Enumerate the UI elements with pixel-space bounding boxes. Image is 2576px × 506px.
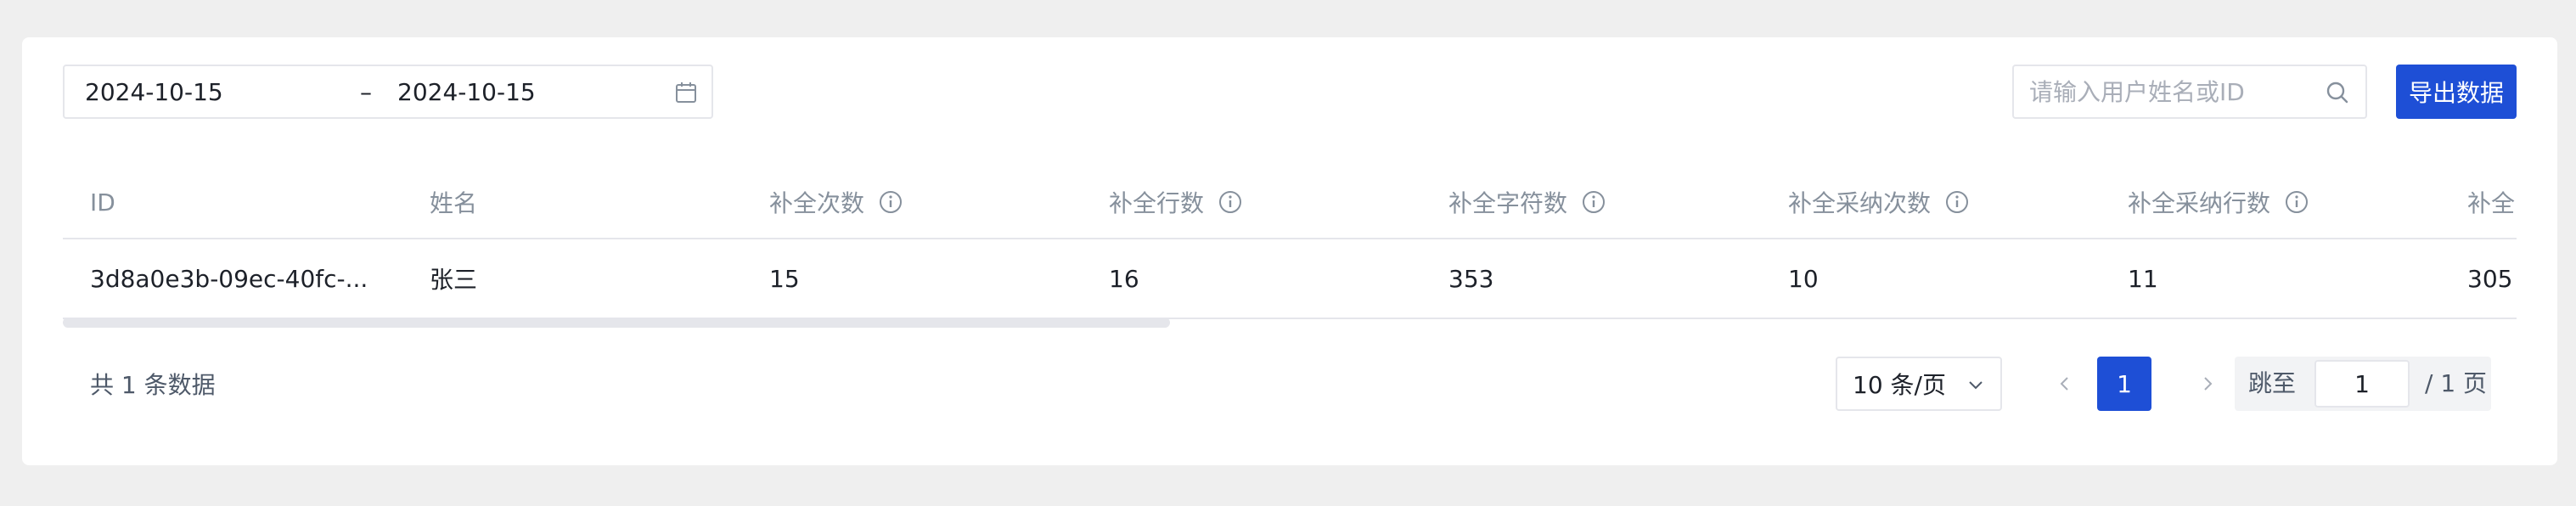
column-header-completion-chars: 补全字符数 — [1448, 166, 1606, 238]
chevron-down-icon — [1969, 381, 1983, 390]
cell-accepted-lines: 11 — [2128, 264, 2158, 293]
page-total: / 1 页 — [2425, 369, 2488, 397]
cell-completion-count: 15 — [769, 264, 800, 293]
column-header-accepted-lines: 补全采纳行数 — [2128, 166, 2309, 238]
next-page-button[interactable] — [2194, 370, 2221, 397]
jump-label: 跳至 — [2248, 369, 2297, 397]
column-header-name: 姓名 — [430, 166, 477, 238]
table-header: ID 姓名 补全次数 补全行数 补全字符数 补全采纳次数 补全采纳行数 补全 — [63, 166, 2517, 239]
export-button[interactable]: 导出数据 — [2396, 65, 2517, 119]
info-icon[interactable] — [1218, 189, 1243, 215]
page-1-button[interactable]: 1 — [2097, 357, 2151, 411]
cell-accepted-count: 10 — [1788, 264, 1819, 293]
cell-completion-lines: 16 — [1109, 264, 1139, 293]
user-search[interactable] — [2012, 65, 2367, 119]
cell-name: 张三 — [430, 266, 478, 294]
column-header-id: ID — [90, 166, 115, 238]
jump-page-input[interactable] — [2314, 360, 2410, 408]
page-size-value: 10 条/页 — [1853, 371, 1946, 399]
scrollbar-thumb[interactable] — [63, 318, 1170, 328]
column-header-label: 补全 — [2467, 189, 2516, 217]
column-header-accepted-count: 补全采纳次数 — [1788, 166, 1970, 238]
horizontal-scrollbar[interactable] — [63, 318, 2517, 329]
total-count: 共 1 条数据 — [90, 371, 216, 399]
column-header-label: 补全次数 — [769, 189, 865, 217]
column-header-label: ID — [90, 188, 115, 216]
cell-completion-chars: 353 — [1448, 264, 1494, 293]
column-header-label: 补全行数 — [1109, 189, 1205, 217]
date-range-picker[interactable]: 2024-10-15 – 2024-10-15 — [63, 65, 713, 119]
column-header-completion-lines: 补全行数 — [1109, 166, 1243, 238]
table-row[interactable]: 3d8a0e3b-09ec-40fc-... 张三 15 16 353 10 1… — [63, 239, 2517, 319]
cell-truncated: 305 — [2467, 264, 2513, 293]
date-range-separator: – — [360, 77, 372, 106]
search-icon[interactable] — [2325, 80, 2350, 105]
column-header-label: 补全字符数 — [1448, 189, 1568, 217]
column-header-label: 姓名 — [430, 189, 478, 217]
calendar-icon[interactable] — [674, 81, 698, 104]
search-input[interactable] — [2014, 66, 2303, 117]
info-icon[interactable] — [2284, 189, 2309, 215]
cell-id: 3d8a0e3b-09ec-40fc-... — [90, 264, 368, 293]
data-table: ID 姓名 补全次数 补全行数 补全字符数 补全采纳次数 补全采纳行数 补全 3… — [63, 166, 2517, 321]
column-header-label: 补全采纳次数 — [1788, 189, 1932, 217]
prev-page-button[interactable] — [2051, 370, 2078, 397]
column-header-label: 补全采纳行数 — [2128, 189, 2271, 217]
info-icon[interactable] — [1581, 189, 1606, 215]
date-end-input[interactable]: 2024-10-15 — [397, 78, 536, 106]
info-icon[interactable] — [1944, 189, 1970, 215]
column-header-completion-count: 补全次数 — [769, 166, 903, 238]
column-header-truncated: 补全 — [2467, 166, 2515, 238]
info-icon[interactable] — [878, 189, 903, 215]
date-start-input[interactable]: 2024-10-15 — [85, 78, 223, 106]
page-size-select[interactable]: 10 条/页 — [1836, 357, 2002, 411]
page-jumper: 跳至 / 1 页 — [2235, 357, 2491, 411]
report-card: 2024-10-15 – 2024-10-15 导出数据 ID 姓名 补全次 — [22, 37, 2557, 465]
